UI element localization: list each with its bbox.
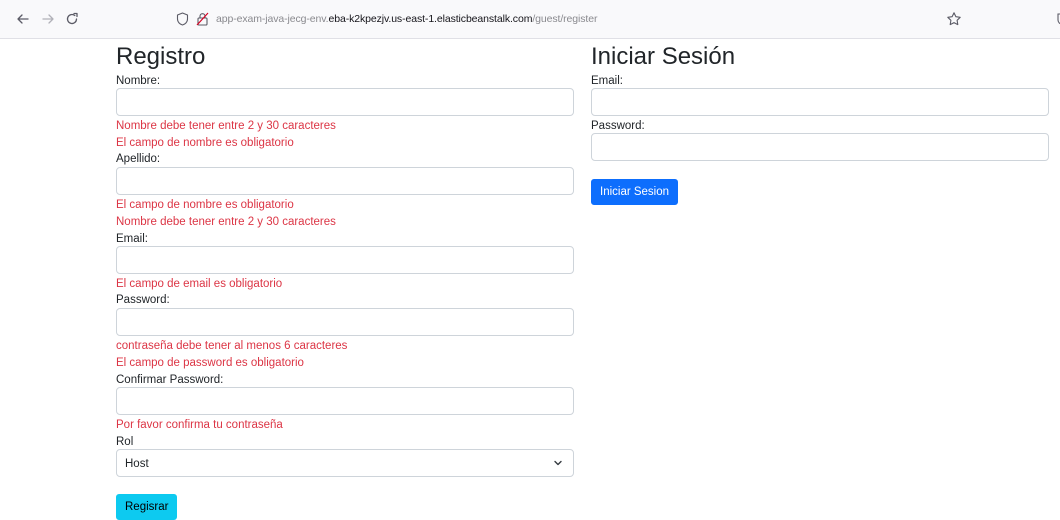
url-prefix: app-exam-java-jecg-env. [216,13,329,25]
nombre-error-length: Nombre debe tener entre 2 y 30 caractere… [116,120,336,132]
password-input[interactable] [116,308,574,336]
url-host: eba-k2kpezjv.us-east-1.elasticbeanstalk.… [328,13,533,25]
pocket-icon[interactable] [1048,11,1060,27]
confirm-password-label: Confirmar Password: [116,374,224,386]
login-title: Iniciar Sesión [591,43,736,70]
password-error-length: contraseña debe tener al menos 6 caracte… [116,340,348,352]
nombre-error-required: El campo de nombre es obligatorio [116,137,294,149]
shield-icon[interactable] [176,12,189,26]
password-error-required: El campo de password es obligatorio [116,357,304,369]
apellido-error-required: El campo de nombre es obligatorio [116,199,294,211]
login-password-input[interactable] [591,133,1049,161]
login-button[interactable]: Iniciar Sesion [591,179,679,205]
email-label: Email: [116,233,148,245]
apellido-label: Apellido: [116,153,161,165]
apellido-error-length: Nombre debe tener entre 2 y 30 caractere… [116,216,336,228]
rol-selected-value: Host [125,458,149,470]
chevron-down-icon [554,460,562,466]
password-label: Password: [116,294,170,306]
arrow-right-icon [42,14,54,24]
url-path: /guest/register [532,13,598,25]
register-title: Registro [116,43,206,70]
register-button[interactable]: Regisrar [116,494,178,520]
login-email-label: Email: [591,75,623,87]
nombre-label: Nombre: [116,75,161,87]
star-icon[interactable] [946,11,962,27]
rol-select[interactable]: Host [116,449,574,477]
confirm-password-input[interactable] [116,387,574,415]
confirm-password-error: Por favor confirma tu contraseña [116,419,283,431]
lock-icon[interactable] [196,12,209,26]
address-bar[interactable]: app-exam-java-jecg-env.eba-k2kpezjv.us-e… [216,12,597,26]
apellido-input[interactable] [116,167,574,195]
nombre-input[interactable] [116,88,574,116]
browser-toolbar: app-exam-java-jecg-env.eba-k2kpezjv.us-e… [0,0,1060,39]
reload-button[interactable] [62,9,82,29]
email-error-required: El campo de email es obligatorio [116,278,283,290]
login-email-input[interactable] [591,88,1049,116]
arrow-left-icon [17,14,29,24]
email-input[interactable] [116,246,574,274]
back-button[interactable] [13,9,33,29]
reload-icon [66,12,78,25]
forward-button[interactable] [38,9,58,29]
rol-label: Rol [116,436,134,448]
login-password-label: Password: [591,120,645,132]
